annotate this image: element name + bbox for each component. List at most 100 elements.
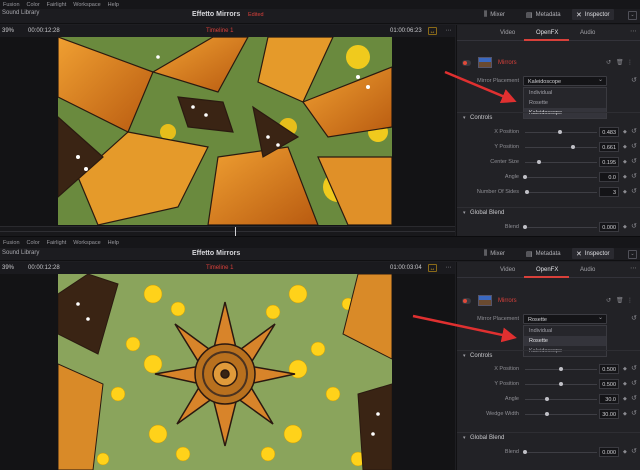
param-value[interactable]: 0.483: [599, 127, 619, 137]
reset-icon[interactable]: ↺: [631, 172, 637, 180]
slider-knob[interactable]: [523, 225, 527, 229]
menu-color[interactable]: Color: [27, 240, 40, 246]
menu-fusion[interactable]: Fusion: [3, 240, 20, 246]
menu-help[interactable]: Help: [108, 240, 119, 246]
param-slider[interactable]: [523, 175, 597, 179]
option-rosette[interactable]: Rosette: [524, 336, 606, 346]
timeline-selector[interactable]: Timeline 1: [206, 28, 233, 34]
slider-knob[interactable]: [559, 367, 563, 371]
blend-value[interactable]: 0.000: [599, 447, 619, 457]
param-slider[interactable]: [525, 160, 597, 164]
param-value[interactable]: 3: [599, 187, 619, 197]
viewer-scrubber[interactable]: [0, 226, 455, 236]
reset-icon[interactable]: ↺: [631, 157, 637, 165]
sound-library-label[interactable]: Sound Library: [2, 250, 39, 256]
more-options-icon[interactable]: ⋯: [630, 264, 637, 272]
reset-icon[interactable]: ↺: [631, 379, 637, 387]
param-value[interactable]: 0.500: [599, 379, 619, 389]
reset-icon[interactable]: ↺: [631, 394, 637, 402]
mirror-placement-select[interactable]: Kaleidoscope: [523, 76, 607, 86]
blend-slider[interactable]: [523, 450, 597, 454]
param-slider[interactable]: [525, 145, 597, 149]
zoom-level[interactable]: 39%: [2, 265, 14, 271]
sound-library-label[interactable]: Sound Library: [2, 10, 39, 16]
menu-fairlight[interactable]: Fairlight: [47, 240, 67, 246]
reset-icon[interactable]: ↺: [631, 409, 637, 417]
keyframe-icon[interactable]: ◆: [623, 174, 627, 180]
controls-section-header[interactable]: ▾ Controls: [457, 350, 640, 361]
slider-knob[interactable]: [523, 175, 527, 179]
reset-icon[interactable]: ↺: [631, 364, 637, 372]
keyframe-icon[interactable]: ◆: [623, 159, 627, 165]
slider-knob[interactable]: [544, 397, 549, 401]
mixer-button[interactable]: ⫼ Mixer: [480, 9, 509, 20]
reset-icon[interactable]: ↺: [631, 222, 637, 230]
keyframe-icon[interactable]: ◆: [623, 381, 627, 387]
slider-knob[interactable]: [525, 190, 530, 194]
slider-knob[interactable]: [570, 145, 575, 149]
param-slider[interactable]: [525, 367, 597, 371]
param-value[interactable]: 0.195: [599, 157, 619, 167]
option-individual[interactable]: Individual: [524, 326, 606, 336]
reset-icon[interactable]: ↺: [631, 187, 637, 195]
keyframe-icon[interactable]: ◆: [623, 189, 627, 195]
reset-effect-icon[interactable]: ↺: [606, 297, 611, 304]
tab-audio[interactable]: Audio: [580, 267, 595, 273]
param-slider[interactable]: [525, 190, 597, 194]
menu-fairlight[interactable]: Fairlight: [47, 2, 67, 8]
options-icon[interactable]: ⋯: [444, 27, 453, 35]
tab-openfx[interactable]: OpenFX: [536, 30, 558, 36]
effect-enable-toggle[interactable]: [462, 60, 471, 66]
slider-knob[interactable]: [559, 382, 563, 386]
bypass-icon[interactable]: ↔: [428, 264, 437, 272]
param-value[interactable]: 30.0: [599, 394, 619, 404]
options-icon[interactable]: ⋯: [444, 264, 453, 272]
global-blend-section-header[interactable]: ▾ Global Blend: [457, 207, 640, 218]
keyframe-icon[interactable]: ◆: [623, 449, 627, 455]
effect-enable-toggle[interactable]: [462, 298, 471, 304]
reset-icon[interactable]: ↺: [631, 447, 637, 455]
global-blend-section-header[interactable]: ▾ Global Blend: [457, 432, 640, 443]
mixer-button[interactable]: ⫼ Mixer: [480, 248, 509, 259]
param-value[interactable]: 0.661: [599, 142, 619, 152]
keyframe-icon[interactable]: ◆: [623, 129, 627, 135]
collapse-chevron-icon[interactable]: ⌄: [628, 11, 637, 20]
param-slider[interactable]: [525, 130, 597, 134]
reset-icon[interactable]: ↺: [631, 127, 637, 135]
inspector-button[interactable]: ✕ Inspector: [572, 9, 614, 20]
timeline-selector[interactable]: Timeline 1: [206, 265, 233, 271]
param-slider[interactable]: [525, 397, 597, 401]
menu-help[interactable]: Help: [108, 2, 119, 8]
keyframe-icon[interactable]: ◆: [623, 411, 627, 417]
effect-menu-icon[interactable]: ⋮: [627, 59, 633, 66]
menu-fusion[interactable]: Fusion: [3, 2, 20, 8]
slider-knob[interactable]: [544, 412, 549, 416]
tab-audio[interactable]: Audio: [580, 30, 595, 36]
delete-effect-icon[interactable]: 🗑: [616, 59, 624, 66]
delete-effect-icon[interactable]: 🗑: [616, 297, 624, 304]
menu-workspace[interactable]: Workspace: [73, 2, 100, 8]
option-individual[interactable]: Individual: [524, 88, 606, 98]
metadata-button[interactable]: ▤ Metadata: [522, 248, 565, 259]
metadata-button[interactable]: ▤ Metadata: [522, 9, 565, 20]
keyframe-icon[interactable]: ◆: [623, 224, 627, 230]
param-slider[interactable]: [525, 412, 597, 416]
slider-knob[interactable]: [523, 450, 527, 454]
param-slider[interactable]: [525, 382, 597, 386]
reset-icon[interactable]: ↺: [631, 314, 637, 322]
menu-color[interactable]: Color: [27, 2, 40, 8]
reset-icon[interactable]: ↺: [631, 76, 637, 84]
param-value[interactable]: 0.500: [599, 364, 619, 374]
playhead[interactable]: [235, 227, 236, 236]
blend-slider[interactable]: [523, 225, 597, 229]
inspector-button[interactable]: ✕ Inspector: [572, 248, 614, 259]
tab-video[interactable]: Video: [500, 267, 515, 273]
param-value[interactable]: 0.0: [599, 172, 619, 182]
tab-openfx[interactable]: OpenFX: [536, 267, 558, 273]
reset-icon[interactable]: ↺: [631, 142, 637, 150]
menu-workspace[interactable]: Workspace: [73, 240, 100, 246]
blend-value[interactable]: 0.000: [599, 222, 619, 232]
effect-menu-icon[interactable]: ⋮: [627, 297, 633, 304]
zoom-level[interactable]: 39%: [2, 28, 14, 34]
slider-knob[interactable]: [537, 160, 542, 164]
